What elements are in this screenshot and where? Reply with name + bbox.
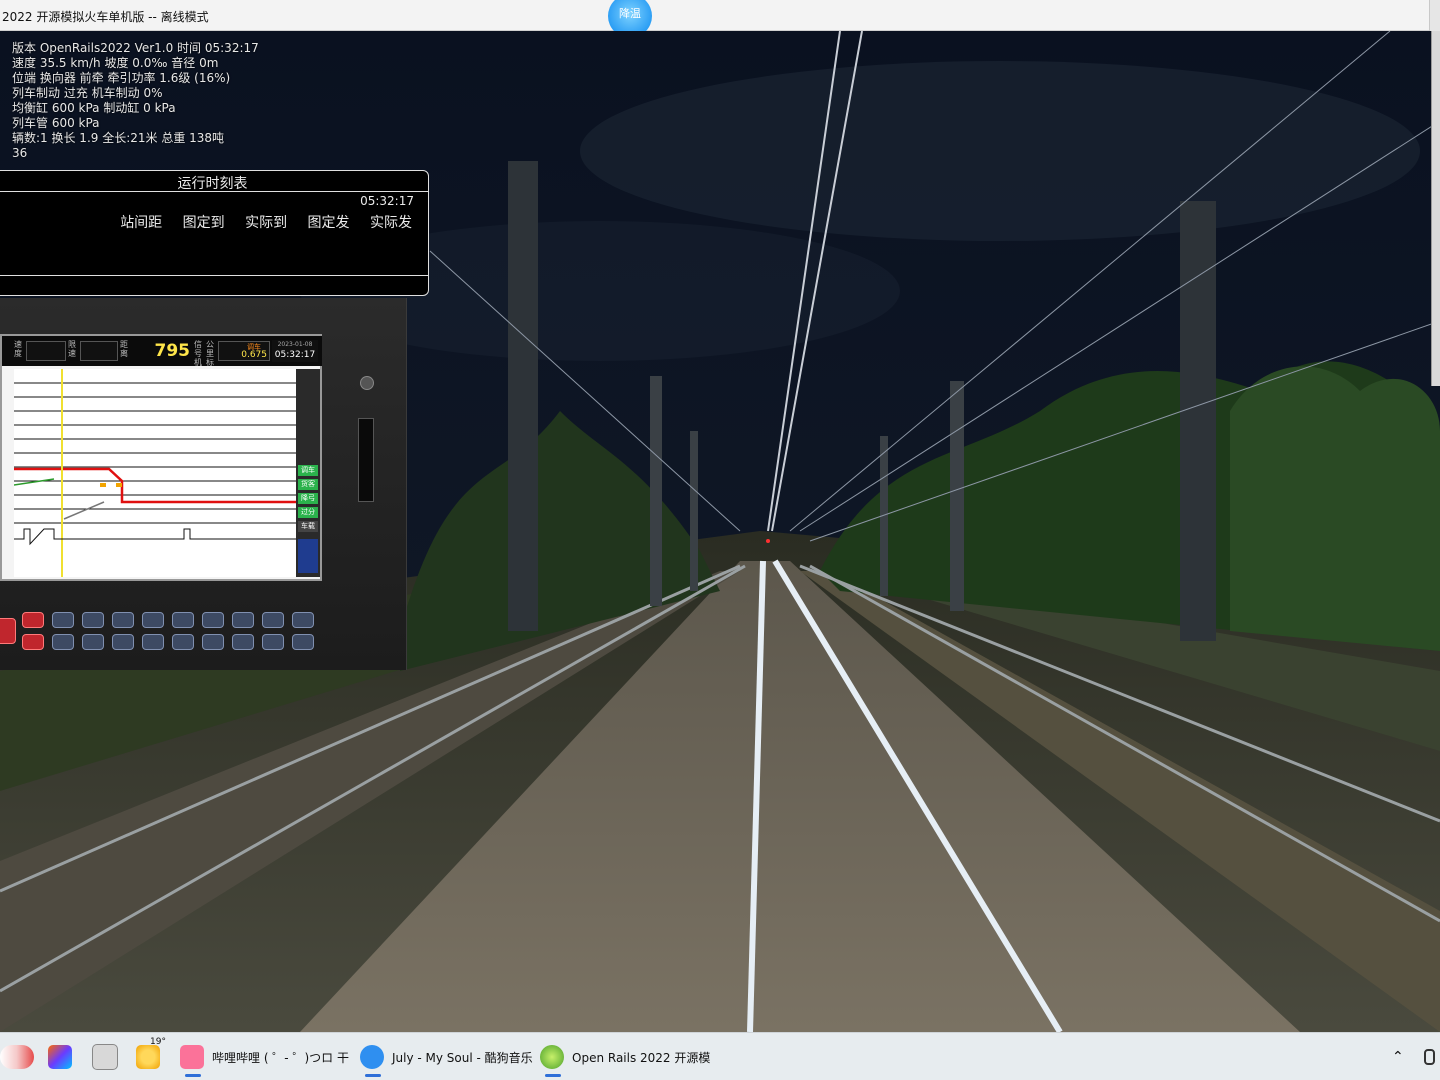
taskbar-label-openrails: Open Rails 2022 开源模 <box>572 1050 711 1065</box>
taskbar-weather[interactable]: 19° <box>136 1037 168 1071</box>
weather-icon <box>136 1045 160 1069</box>
hud-line-reservoir: 均衡缸 600 kPa 制动缸 0 kPa <box>12 101 176 115</box>
limit-label: 限速 <box>68 340 76 358</box>
windows-taskbar: 19° 哔哩哔哩 ( ゜- ゜)つロ 干 July - My Soul - 酷狗… <box>0 1032 1440 1080</box>
lkj-button-down-arrow[interactable] <box>232 634 254 650</box>
weather-temp: 19° <box>150 1037 166 1047</box>
signal-label: 信号机 <box>194 340 202 367</box>
tray-microphone-icon[interactable] <box>1424 1043 1435 1071</box>
col-distance: 站间距 <box>120 215 163 231</box>
app-logo-icon <box>0 1045 34 1069</box>
lkj-button-10[interactable] <box>52 634 74 650</box>
hud-line-fps: 36 <box>12 146 28 160</box>
lkj-button-12[interactable] <box>112 634 134 650</box>
bilibili-icon <box>180 1045 204 1069</box>
lkj-button-red-1[interactable] <box>22 612 44 628</box>
taskbar-label-bilibili: 哔哩哔哩 ( ゜- ゜)つロ 干 <box>212 1050 349 1065</box>
lkj-button-red-2[interactable] <box>22 634 44 650</box>
window-title: 2022 开源模拟火车单机版 -- 离线模式 <box>2 10 209 24</box>
copilot-icon <box>48 1045 72 1069</box>
col-scheduled-departure: 图定发 <box>307 215 350 231</box>
window-title-bar[interactable]: 2022 开源模拟火车单机版 -- 离线模式 降温 <box>0 0 1440 38</box>
file-explorer-icon <box>92 1044 118 1070</box>
lkj-clock: 2023-01-08 05:32:17 <box>272 340 318 362</box>
lkj-button-confirm[interactable] <box>292 634 314 650</box>
km-label: 公里标 <box>206 340 214 367</box>
taskbar-item-kugou[interactable]: July - My Soul - 酷狗音乐 <box>360 1043 533 1071</box>
hud-line-version: 版本 OpenRails2022 Ver1.0 时间 05:32:17 <box>12 41 259 55</box>
lkj-button-14[interactable] <box>172 634 194 650</box>
lkj-button-left-arrow[interactable] <box>202 634 224 650</box>
kugou-icon <box>360 1045 384 1069</box>
lkj-button-13[interactable] <box>142 634 164 650</box>
side-label-2: 降弓 <box>298 493 318 504</box>
timetable-time: 05:32:17 <box>360 194 414 208</box>
taskbar-pinned-2[interactable] <box>48 1043 80 1071</box>
right-edge-scrollbar[interactable] <box>1431 31 1440 386</box>
side-label-3: 过分 <box>298 507 318 518</box>
cab-lkj-device: 速度 限速 距离 795 信号机 公里标 调车 0.675 2023-01-08… <box>0 298 407 670</box>
title-edge <box>1429 0 1440 31</box>
distance-label: 距离 <box>120 340 128 358</box>
taskbar-pinned-3[interactable] <box>92 1043 126 1071</box>
running-indicator-3 <box>545 1074 561 1077</box>
distance-value: 795 <box>154 341 191 361</box>
timetable-headers: 站间距 图定到 实际到 图定发 实际发 <box>104 212 412 232</box>
taskbar-item-bilibili[interactable]: 哔哩哔哩 ( ゜- ゜)つロ 干 <box>180 1043 349 1071</box>
lkj-button-8[interactable] <box>262 612 284 628</box>
col-actual-arrival: 实际到 <box>245 215 288 231</box>
lkj-side-panel: 调车 货客 降弓 过分 车载 <box>296 369 320 577</box>
lkj-button-6[interactable] <box>202 612 224 628</box>
hud-line-speed: 速度 35.5 km/h 坡度 0.0‰ 音径 0m <box>12 56 219 70</box>
lkj-button-2[interactable] <box>82 612 104 628</box>
tray-chevron-up-icon[interactable]: ⌃ <box>1392 1043 1404 1071</box>
lkj-date: 2023-01-08 <box>277 341 313 348</box>
lkj-top-bar: 速度 限速 距离 795 信号机 公里标 调车 0.675 2023-01-08… <box>2 336 322 367</box>
lkj-button-5[interactable] <box>172 612 194 628</box>
lkj-card-slot <box>358 418 374 502</box>
limit-box <box>80 341 118 361</box>
lkj-button-11[interactable] <box>82 634 104 650</box>
timetable-divider-bottom <box>0 275 428 276</box>
lkj-button-1[interactable] <box>52 612 74 628</box>
timetable-title: 运行时刻表 <box>177 176 248 192</box>
lkj-curve-plot <box>13 369 296 577</box>
timetable-window[interactable]: 运行时刻表 05:32:17 站间距 图定到 实际到 图定发 实际发 <box>0 170 429 296</box>
hud-line-brakepipe: 列车管 600 kPa <box>12 116 100 130</box>
lkj-time: 05:32:17 <box>274 350 316 360</box>
taskbar-label-kugou: July - My Soul - 酷狗音乐 <box>392 1050 533 1065</box>
lkj-button-4[interactable] <box>142 612 164 628</box>
speed-label: 速度 <box>14 340 22 358</box>
taskbar-pinned-1[interactable] <box>0 1043 42 1071</box>
running-indicator-2 <box>365 1074 381 1077</box>
km-box: 调车 0.675 <box>218 341 270 361</box>
hud-line-brake: 列车制动 过充 机车制动 0% <box>12 86 163 100</box>
lkj-button-7[interactable] <box>232 612 254 628</box>
lkj-button-3[interactable] <box>112 612 134 628</box>
openrails-icon <box>540 1045 564 1069</box>
lkj-button-9[interactable] <box>292 612 314 628</box>
hud-info-panel: 版本 OpenRails2022 Ver1.0 时间 05:32:17 速度 3… <box>12 41 259 161</box>
hud-line-power: 位端 换向器 前牵 牵引功率 1.6级 (16%) <box>12 71 231 85</box>
lkj-knob[interactable] <box>360 376 374 390</box>
side-label-1: 货客 <box>298 479 318 490</box>
lkj-button-red-left[interactable] <box>0 618 16 644</box>
lkj-button-right-arrow[interactable] <box>262 634 284 650</box>
lkj-screen: 速度 限速 距离 795 信号机 公里标 调车 0.675 2023-01-08… <box>0 334 322 581</box>
running-indicator-1 <box>185 1074 201 1077</box>
km-value: 0.675 <box>241 350 267 360</box>
taskbar-item-openrails[interactable]: Open Rails 2022 开源模 <box>540 1043 710 1071</box>
side-label-0: 调车 <box>298 465 318 476</box>
side-label-4: 车载 <box>298 521 318 532</box>
side-blue-block <box>298 539 318 573</box>
speed-box <box>26 341 66 361</box>
col-scheduled-arrival: 图定到 <box>182 215 225 231</box>
timetable-divider <box>0 191 428 192</box>
lkj-curve-graphic <box>13 369 296 577</box>
hud-line-consist: 辆数:1 换长 1.9 全长:21米 总重 138吨 <box>12 131 225 145</box>
col-actual-departure: 实际发 <box>370 215 412 231</box>
